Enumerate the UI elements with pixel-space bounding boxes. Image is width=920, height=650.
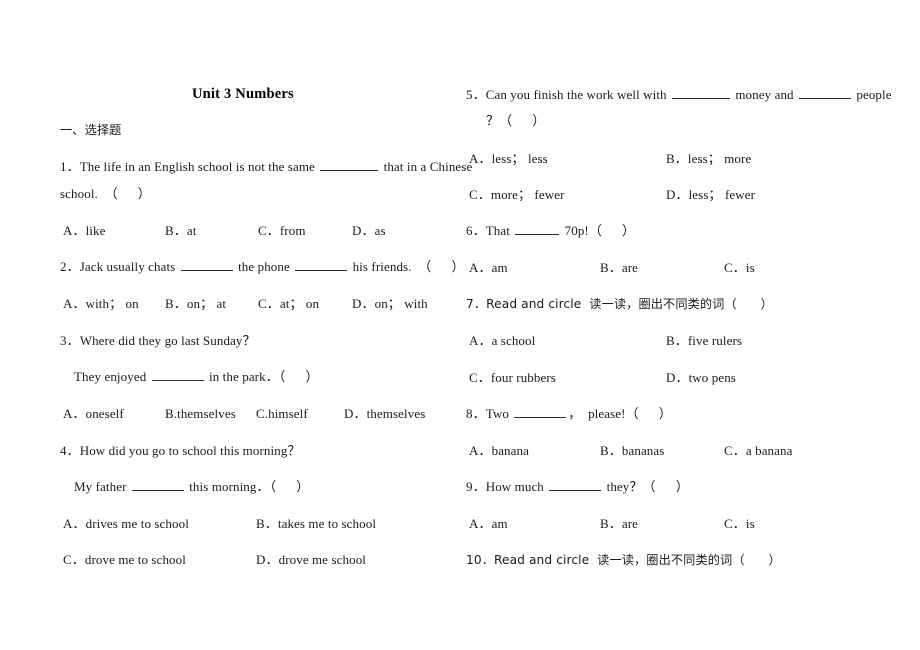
question-2-option-b: B．on； at	[165, 296, 227, 311]
question-8-text-b: ， please!（ ）	[568, 406, 672, 421]
question-2-option-a: A．with； on	[63, 296, 139, 311]
question-4-option-c: C．drove me to school	[63, 552, 186, 567]
question-7-line-1: 7．Read and circle 读一读，圈出不同类的词（ ）	[466, 297, 773, 311]
question-3-text-a: They enjoyed	[74, 369, 150, 384]
question-4-line-1: 4．How did you go to school this morning？	[60, 443, 301, 458]
question-8-option-a: A．banana	[469, 443, 529, 458]
question-5-option-d: D．less； fewer	[666, 187, 756, 202]
answer-blank	[151, 369, 204, 381]
question-3-option-c: C.himself	[256, 406, 308, 421]
page-title: Unit 3 Numbers	[192, 86, 294, 102]
question-1-text-a: 1．The life in an English school is not t…	[60, 159, 319, 174]
question-3-line-1: 3．Where did they go last Sunday？	[60, 333, 256, 348]
question-1-line-2: school. （ ）	[60, 186, 151, 201]
question-1-option-b: B．at	[165, 223, 197, 238]
question-4-line-2: My father this morning．（ ）	[74, 479, 309, 495]
question-8-option-c: C．a banana	[724, 443, 793, 458]
question-4-text-a: My father	[74, 479, 130, 494]
answer-blank	[514, 406, 567, 418]
answer-blank	[515, 223, 560, 235]
question-2-line-1: 2．Jack usually chats the phone his frien…	[60, 259, 465, 275]
question-9-option-a: A．am	[469, 516, 508, 531]
question-9-text-a: 9．How much	[466, 479, 548, 494]
question-8-text-a: 8．Two	[466, 406, 513, 421]
question-2-option-c: C．at； on	[258, 296, 320, 311]
question-9-text-b: they？（ ）	[603, 479, 689, 494]
question-7-option-a: A．a school	[469, 333, 536, 348]
question-1-option-c: C．from	[258, 223, 306, 238]
question-9-line-1: 9．How much they？（ ）	[466, 479, 689, 495]
question-5-text-c: people	[853, 87, 892, 102]
question-7-option-c: C．four rubbers	[469, 370, 556, 385]
question-4-text-b: this morning．（ ）	[185, 479, 310, 494]
answer-blank	[131, 479, 184, 491]
question-5-line-2: ？（ ）	[486, 113, 546, 128]
section-heading: 一、选择题	[60, 123, 122, 137]
worksheet-page: Unit 3 Numbers 一、选择题 1．The life in an En…	[0, 0, 920, 650]
question-3-option-d: D．themselves	[344, 406, 426, 421]
question-5-option-b: B．less； more	[666, 151, 752, 166]
question-4-option-a: A．drives me to school	[63, 516, 189, 531]
question-3-line-2: They enjoyed in the park．（ ）	[74, 369, 319, 385]
question-2-text-c: his friends. （ ）	[349, 259, 465, 274]
answer-blank	[320, 159, 379, 171]
question-9-option-b: B．are	[600, 516, 639, 531]
question-8-line-1: 8．Two ， please!（ ）	[466, 406, 672, 422]
question-8-option-b: B．bananas	[600, 443, 665, 458]
question-10-line-1: 10．Read and circle 读一读，圈出不同类的词（ ）	[466, 553, 781, 567]
question-3-text-b: in the park．（ ）	[205, 369, 319, 384]
question-4-option-b: B．takes me to school	[256, 516, 377, 531]
question-4-option-d: D．drove me school	[256, 552, 367, 567]
question-6-text-a: 6．That	[466, 223, 514, 238]
question-5-text-b: money and	[732, 87, 798, 102]
question-7-option-b: B．five rulers	[666, 333, 743, 348]
question-5-text-a: 5．Can you finish the work well with	[466, 87, 670, 102]
question-1-option-a: A．like	[63, 223, 106, 238]
question-6-text-b: 70p!（ ）	[561, 223, 636, 238]
question-5-line-1: 5．Can you finish the work well with mone…	[466, 87, 892, 103]
answer-blank	[799, 87, 852, 99]
question-7-option-d: D．two pens	[666, 370, 736, 385]
question-6-option-a: A．am	[469, 260, 508, 275]
question-1-line-1: 1．The life in an English school is not t…	[60, 159, 472, 175]
question-2-option-d: D．on； with	[352, 296, 428, 311]
question-1-option-d: D．as	[352, 223, 386, 238]
answer-blank	[549, 479, 602, 491]
question-5-option-a: A．less； less	[469, 151, 548, 166]
question-3-option-b: B.themselves	[165, 406, 236, 421]
question-6-option-c: C．is	[724, 260, 755, 275]
question-3-option-a: A．oneself	[63, 406, 124, 421]
question-2-text-b: the phone	[234, 259, 294, 274]
question-6-option-b: B．are	[600, 260, 639, 275]
question-5-option-c: C．more； fewer	[469, 187, 565, 202]
question-9-option-c: C．is	[724, 516, 755, 531]
question-1-text-b: that in a Chinese	[380, 159, 473, 174]
question-2-text-a: 2．Jack usually chats	[60, 259, 179, 274]
question-6-line-1: 6．That 70p!（ ）	[466, 223, 635, 239]
answer-blank	[672, 87, 730, 99]
answer-blank	[295, 259, 348, 271]
answer-blank	[180, 259, 233, 271]
